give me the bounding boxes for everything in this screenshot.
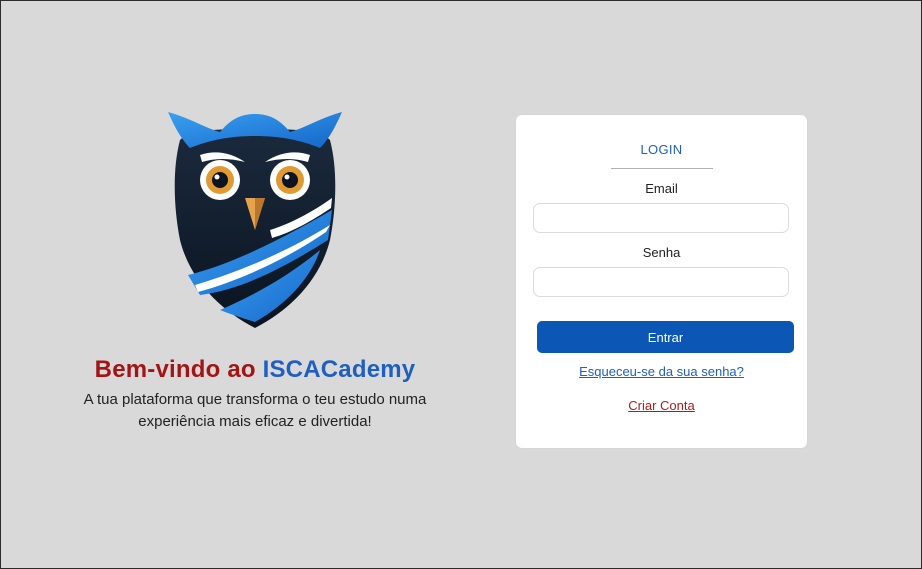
login-card: LOGIN Email Senha Entrar Esqueceu-se da …	[516, 115, 807, 448]
title-divider	[611, 168, 713, 169]
welcome-heading: Bem-vindo ao ISCACademy	[40, 355, 470, 385]
brand-name-part2: ademy	[338, 356, 416, 383]
forgot-password-row: Esqueceu-se da sua senha?	[516, 364, 807, 379]
password-label: Senha	[642, 245, 681, 260]
email-label: Email	[645, 181, 678, 196]
create-account-link[interactable]: Criar Conta	[628, 398, 694, 413]
login-title: LOGIN	[640, 142, 683, 157]
password-field[interactable]	[533, 267, 789, 297]
forgot-password-link[interactable]: Esqueceu-se da sua senha?	[579, 364, 744, 379]
brand-name-part1: ISCAC	[262, 356, 339, 383]
login-button[interactable]: Entrar	[537, 321, 794, 353]
owl-logo-icon	[168, 112, 342, 328]
create-account-row: Criar Conta	[516, 398, 807, 413]
hero-section: Bem-vindo ao ISCACademy A tua plataforma…	[40, 100, 470, 433]
email-field[interactable]	[533, 203, 789, 233]
welcome-prefix: Bem-vindo ao	[94, 356, 263, 383]
tagline: A tua plataforma que transforma o teu es…	[83, 391, 427, 430]
